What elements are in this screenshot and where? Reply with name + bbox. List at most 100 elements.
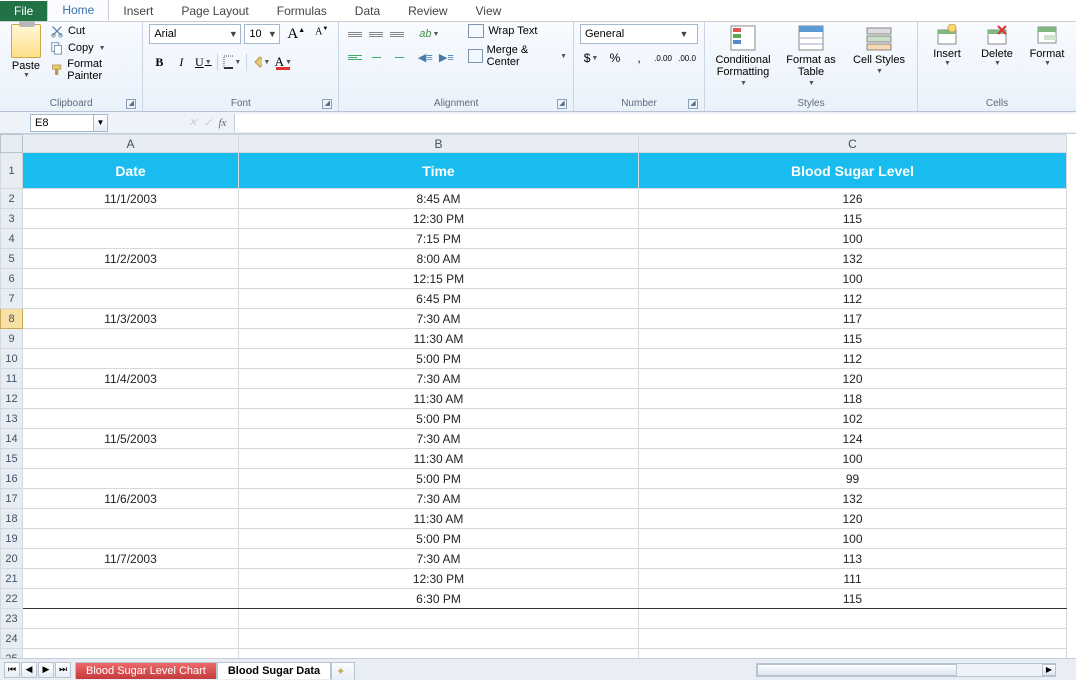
cell-A4[interactable] — [23, 229, 239, 249]
cell-A18[interactable] — [23, 509, 239, 529]
row-header-25[interactable]: 25 — [1, 649, 23, 659]
border-button[interactable]: ▼ — [222, 52, 242, 72]
file-tab[interactable]: File — [0, 1, 47, 21]
menu-tab-page-layout[interactable]: Page Layout — [167, 1, 262, 21]
cell-C18[interactable]: 120 — [639, 509, 1067, 529]
font-size-combo[interactable]: ▼ — [244, 24, 280, 44]
increase-decimal-button[interactable]: .0.00 — [652, 48, 674, 68]
tab-nav-last[interactable]: ⏭ — [55, 662, 71, 678]
align-center-button[interactable] — [366, 47, 386, 67]
row-header-10[interactable]: 10 — [1, 349, 23, 369]
cell-B3[interactable]: 12:30 PM — [239, 209, 639, 229]
number-format-input[interactable] — [581, 28, 677, 40]
cell-A9[interactable] — [23, 329, 239, 349]
cell-C7[interactable]: 112 — [639, 289, 1067, 309]
row-header-13[interactable]: 13 — [1, 409, 23, 429]
cell-C9[interactable]: 115 — [639, 329, 1067, 349]
chevron-down-icon[interactable]: ▼ — [226, 29, 240, 39]
cell-A7[interactable] — [23, 289, 239, 309]
cell-C2[interactable]: 126 — [639, 189, 1067, 209]
cell-C16[interactable]: 99 — [639, 469, 1067, 489]
scroll-thumb[interactable] — [757, 664, 957, 676]
cell-B16[interactable]: 5:00 PM — [239, 469, 639, 489]
cell-B21[interactable]: 12:30 PM — [239, 569, 639, 589]
cell-C17[interactable]: 132 — [639, 489, 1067, 509]
cell-A25[interactable] — [23, 649, 239, 659]
cell-C19[interactable]: 100 — [639, 529, 1067, 549]
menu-tab-home[interactable]: Home — [47, 0, 109, 21]
cell-A24[interactable] — [23, 629, 239, 649]
decrease-decimal-button[interactable]: .00.0 — [676, 48, 698, 68]
sheet-tab-data[interactable]: Blood Sugar Data — [217, 662, 331, 679]
cell-A12[interactable] — [23, 389, 239, 409]
shrink-font-button[interactable]: A▼ — [311, 25, 332, 44]
cell-A1[interactable]: Date — [23, 153, 239, 189]
cell-B18[interactable]: 11:30 AM — [239, 509, 639, 529]
increase-indent-button[interactable]: ▶≡ — [436, 47, 456, 67]
cell-C1[interactable]: Blood Sugar Level — [639, 153, 1067, 189]
dialog-launcher-icon[interactable]: ◢ — [126, 99, 136, 109]
menu-tab-insert[interactable]: Insert — [109, 1, 167, 21]
cell-B17[interactable]: 7:30 AM — [239, 489, 639, 509]
cell-A8[interactable]: 11/3/2003 — [23, 309, 239, 329]
conditional-formatting-button[interactable]: Conditional Formatting▼ — [711, 24, 775, 90]
delete-cells-button[interactable]: Delete▼ — [974, 24, 1020, 67]
tab-nav-first[interactable]: ⏮ — [4, 662, 20, 678]
wrap-text-button[interactable]: Wrap Text — [468, 24, 567, 38]
cell-B9[interactable]: 11:30 AM — [239, 329, 639, 349]
cell-B19[interactable]: 5:00 PM — [239, 529, 639, 549]
row-header-23[interactable]: 23 — [1, 609, 23, 629]
row-header-11[interactable]: 11 — [1, 369, 23, 389]
cell-A14[interactable]: 11/5/2003 — [23, 429, 239, 449]
cell-B13[interactable]: 5:00 PM — [239, 409, 639, 429]
cell-C4[interactable]: 100 — [639, 229, 1067, 249]
tab-nav-prev[interactable]: ◀ — [21, 662, 37, 678]
align-left-button[interactable] — [345, 47, 365, 67]
accounting-format-button[interactable]: $▼ — [580, 48, 602, 68]
row-header-5[interactable]: 5 — [1, 249, 23, 269]
cell-C10[interactable]: 112 — [639, 349, 1067, 369]
percent-format-button[interactable]: % — [604, 48, 626, 68]
cell-C22[interactable]: 115 — [639, 589, 1067, 609]
cell-B10[interactable]: 5:00 PM — [239, 349, 639, 369]
col-header-B[interactable]: B — [239, 135, 639, 153]
cell-B20[interactable]: 7:30 AM — [239, 549, 639, 569]
cell-A2[interactable]: 11/1/2003 — [23, 189, 239, 209]
cell-C5[interactable]: 132 — [639, 249, 1067, 269]
align-bottom-button[interactable] — [387, 24, 407, 44]
col-header-A[interactable]: A — [23, 135, 239, 153]
name-box[interactable] — [30, 114, 94, 132]
cell-A11[interactable]: 11/4/2003 — [23, 369, 239, 389]
align-right-button[interactable] — [387, 47, 407, 67]
cell-C11[interactable]: 120 — [639, 369, 1067, 389]
select-all-cell[interactable] — [1, 135, 23, 153]
scroll-right-arrow[interactable]: ▶ — [1042, 664, 1056, 676]
cell-A13[interactable] — [23, 409, 239, 429]
cell-B8[interactable]: 7:30 AM — [239, 309, 639, 329]
cell-A10[interactable] — [23, 349, 239, 369]
chevron-down-icon[interactable]: ▼ — [265, 29, 279, 39]
merge-center-button[interactable]: Merge & Center▼ — [468, 44, 567, 68]
dialog-launcher-icon[interactable]: ◢ — [322, 99, 332, 109]
cell-B23[interactable] — [239, 609, 639, 629]
menu-tab-review[interactable]: Review — [394, 1, 461, 21]
cell-A3[interactable] — [23, 209, 239, 229]
row-header-14[interactable]: 14 — [1, 429, 23, 449]
tab-nav-next[interactable]: ▶ — [38, 662, 54, 678]
cell-B11[interactable]: 7:30 AM — [239, 369, 639, 389]
dialog-launcher-icon[interactable]: ◢ — [688, 99, 698, 109]
cell-B2[interactable]: 8:45 AM — [239, 189, 639, 209]
row-header-18[interactable]: 18 — [1, 509, 23, 529]
align-middle-button[interactable] — [366, 24, 386, 44]
font-name-combo[interactable]: ▼ — [149, 24, 241, 44]
cell-C20[interactable]: 113 — [639, 549, 1067, 569]
italic-button[interactable]: I — [171, 52, 191, 72]
menu-tab-data[interactable]: Data — [341, 1, 394, 21]
cell-C12[interactable]: 118 — [639, 389, 1067, 409]
cell-B25[interactable] — [239, 649, 639, 659]
cell-A5[interactable]: 11/2/2003 — [23, 249, 239, 269]
row-header-21[interactable]: 21 — [1, 569, 23, 589]
cell-B12[interactable]: 11:30 AM — [239, 389, 639, 409]
cell-A21[interactable] — [23, 569, 239, 589]
cell-C23[interactable] — [639, 609, 1067, 629]
